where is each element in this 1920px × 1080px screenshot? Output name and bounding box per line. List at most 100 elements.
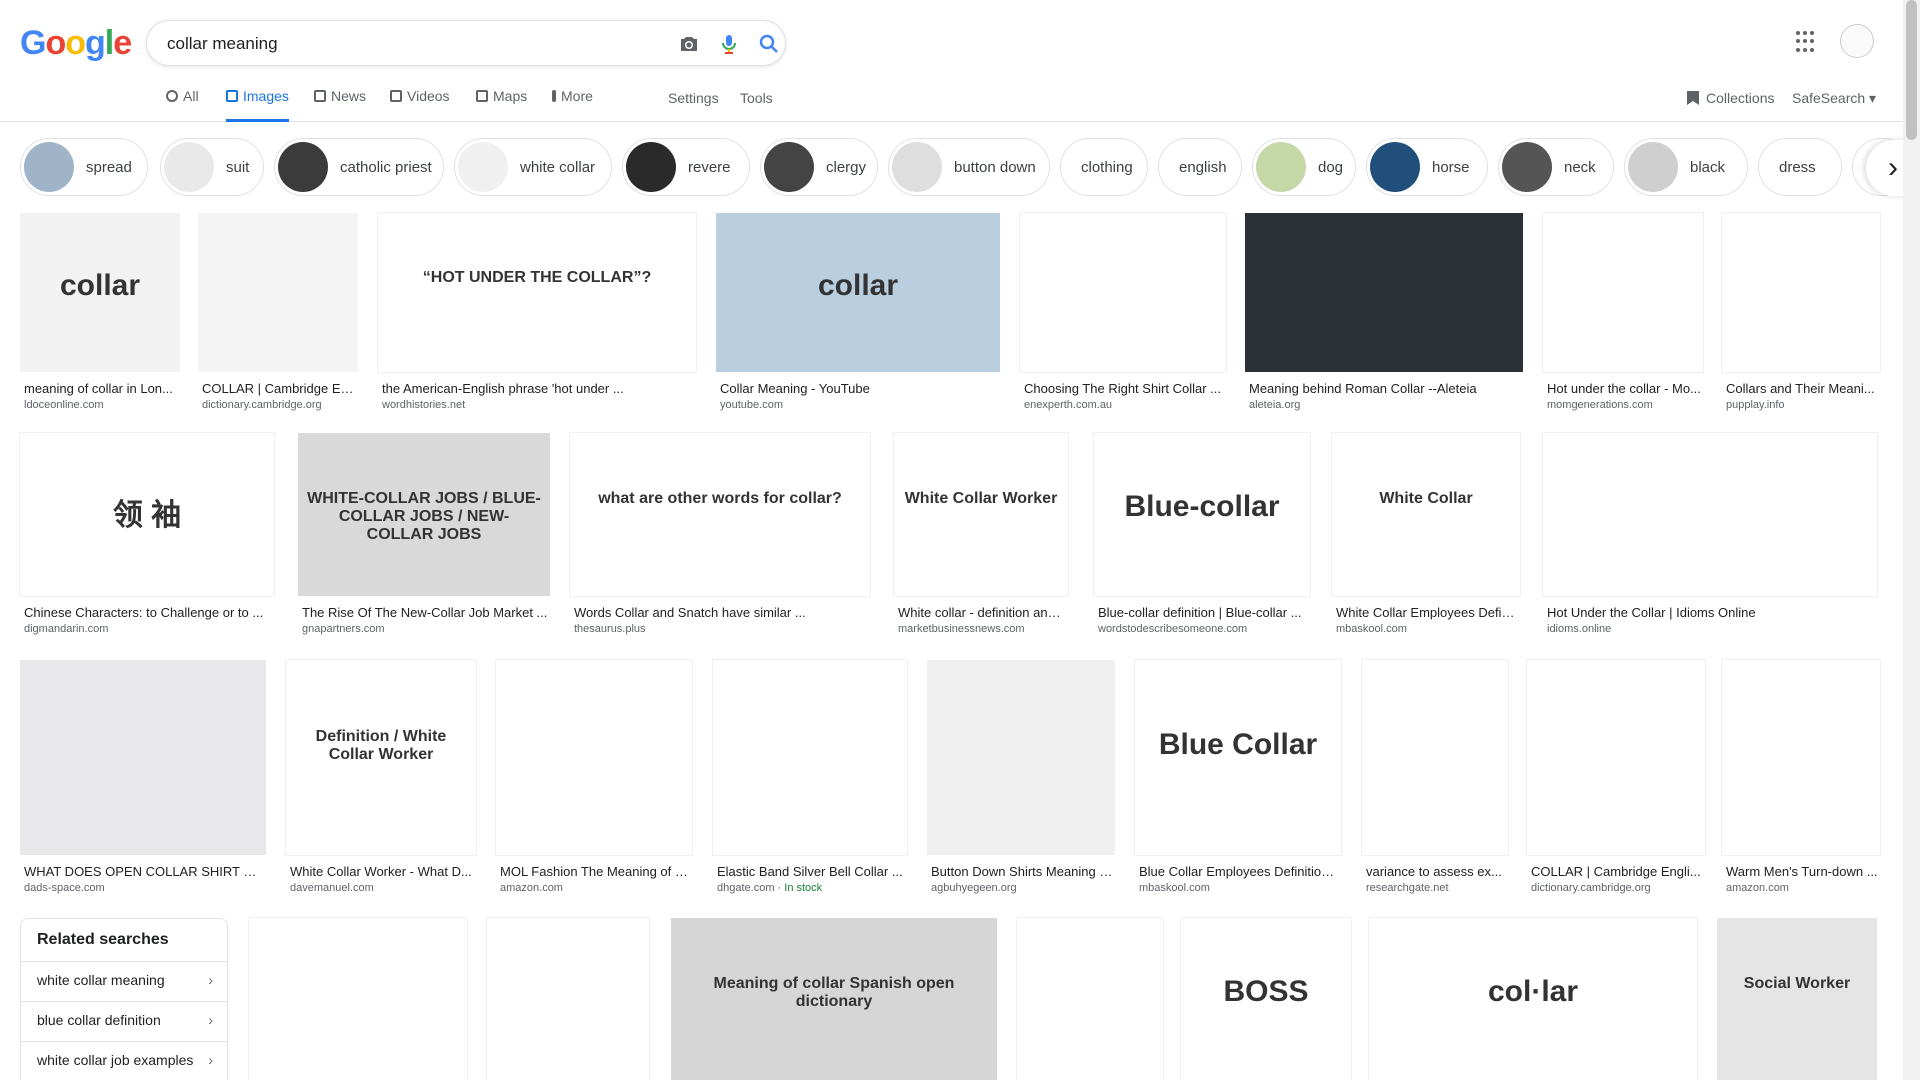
chip-horse[interactable]: horse bbox=[1366, 138, 1488, 196]
image-result[interactable]: White Collar White Collar Employees Defin… bbox=[1331, 432, 1521, 640]
image-result[interactable]: Hot under the collar - Mo... momgeneratio… bbox=[1542, 212, 1704, 416]
result-title[interactable]: Blue-collar definition | Blue-collar ... bbox=[1098, 605, 1308, 620]
image-result[interactable]: collar Collar Meaning - YouTube youtube.co… bbox=[716, 213, 1000, 416]
microphone-icon[interactable] bbox=[717, 32, 741, 56]
result-title[interactable]: Blue Collar Employees Definition ... bbox=[1139, 864, 1339, 879]
result-title[interactable]: Words Collar and Snatch have similar ... bbox=[574, 605, 868, 620]
image-result[interactable]: col·lar bbox=[1368, 917, 1698, 1080]
tab-images[interactable]: Images bbox=[226, 88, 289, 122]
search-input[interactable]: collar meaning bbox=[167, 34, 278, 54]
result-title[interactable]: COLLAR | Cambridge Engli... bbox=[1531, 864, 1703, 879]
image-result[interactable]: Blue-collar Blue-collar definition | Blue… bbox=[1093, 432, 1311, 640]
image-result[interactable] bbox=[486, 917, 650, 1080]
result-thumbnail[interactable] bbox=[20, 660, 266, 855]
result-thumbnail[interactable] bbox=[1019, 212, 1227, 373]
result-title[interactable]: Button Down Shirts Meaning | ... bbox=[931, 864, 1113, 879]
result-thumbnail[interactable]: “HOT UNDER THE COLLAR”? bbox=[377, 212, 697, 373]
tab-all[interactable]: All bbox=[166, 88, 199, 122]
image-result[interactable]: Blue Collar Blue Collar Employees Definit… bbox=[1134, 659, 1342, 899]
result-thumbnail[interactable]: BOSS bbox=[1180, 917, 1352, 1080]
result-thumbnail[interactable] bbox=[1721, 659, 1881, 856]
tab-maps[interactable]: Maps bbox=[476, 88, 527, 122]
related-search-item[interactable]: white collar job examples › bbox=[21, 1041, 227, 1080]
chip-catholic-priest[interactable]: catholic priest bbox=[274, 138, 444, 196]
result-thumbnail[interactable] bbox=[1245, 213, 1523, 372]
result-thumbnail[interactable]: collar bbox=[20, 213, 180, 372]
result-thumbnail[interactable]: Meaning of collar Spanish open dictionar… bbox=[671, 918, 997, 1080]
google-logo[interactable]: Google bbox=[20, 24, 132, 63]
image-result[interactable]: Button Down Shirts Meaning | ... agbuhyeg… bbox=[927, 660, 1115, 899]
image-result[interactable] bbox=[248, 917, 468, 1080]
result-title[interactable]: the American-English phrase 'hot under .… bbox=[382, 381, 694, 396]
tab-videos[interactable]: Videos bbox=[390, 88, 450, 122]
tools-link[interactable]: Tools bbox=[740, 90, 773, 106]
image-result[interactable]: collar meaning of collar in Lon... ldoceon… bbox=[20, 213, 180, 416]
image-result[interactable]: Collars and Their Meani... pupplay.info bbox=[1721, 212, 1881, 416]
result-thumbnail[interactable]: col·lar bbox=[1368, 917, 1698, 1080]
result-thumbnail[interactable]: White Collar bbox=[1331, 432, 1521, 597]
result-title[interactable]: Elastic Band Silver Bell Collar ... bbox=[717, 864, 905, 879]
result-title[interactable]: variance to assess ex... bbox=[1366, 864, 1506, 879]
result-thumbnail[interactable] bbox=[1016, 917, 1164, 1080]
tab-news[interactable]: News bbox=[314, 88, 366, 122]
chip-english[interactable]: english bbox=[1158, 138, 1242, 196]
result-thumbnail[interactable] bbox=[198, 213, 358, 372]
search-icon[interactable] bbox=[757, 32, 781, 56]
result-thumbnail[interactable] bbox=[1361, 659, 1509, 856]
image-result[interactable]: Meaning behind Roman Collar --Aleteia ale… bbox=[1245, 213, 1523, 416]
image-result[interactable]: Choosing The Right Shirt Collar ... enexp… bbox=[1019, 212, 1227, 416]
result-thumbnail[interactable]: 领 袖 bbox=[19, 432, 275, 597]
image-result[interactable]: WHITE-COLLAR JOBS / BLUE-COLLAR JOBS / N… bbox=[298, 433, 550, 640]
result-thumbnail[interactable] bbox=[927, 660, 1115, 855]
chip-black[interactable]: black bbox=[1624, 138, 1748, 196]
chip-white-collar[interactable]: white collar bbox=[454, 138, 612, 196]
result-thumbnail[interactable]: White Collar Worker bbox=[893, 432, 1069, 597]
result-title[interactable]: meaning of collar in Lon... bbox=[24, 381, 178, 396]
chip-dress[interactable]: dress bbox=[1758, 138, 1842, 196]
related-search-item[interactable]: white collar meaning › bbox=[21, 961, 227, 1001]
image-result[interactable]: Elastic Band Silver Bell Collar ... dhgat… bbox=[712, 659, 908, 899]
result-title[interactable]: Warm Men's Turn-down ... bbox=[1726, 864, 1878, 879]
result-title[interactable]: The Rise Of The New-Collar Job Market ..… bbox=[302, 605, 548, 620]
camera-icon[interactable] bbox=[677, 32, 701, 56]
scrollbar-thumb[interactable] bbox=[1906, 0, 1917, 140]
image-result[interactable]: COLLAR | Cambridge En... dictionary.cambr… bbox=[198, 213, 358, 416]
chip-revere[interactable]: revere bbox=[622, 138, 750, 196]
tab-more[interactable]: More bbox=[552, 88, 593, 122]
image-result[interactable]: Warm Men's Turn-down ... amazon.com bbox=[1721, 659, 1881, 899]
safesearch-dropdown[interactable]: SafeSearch ▾ bbox=[1792, 90, 1876, 107]
image-result[interactable]: Hot Under the Collar | Idioms Online idio… bbox=[1542, 432, 1878, 640]
apps-grid-icon[interactable] bbox=[1796, 31, 1818, 53]
avatar[interactable] bbox=[1840, 24, 1874, 58]
image-result[interactable] bbox=[1016, 917, 1164, 1080]
result-thumbnail[interactable] bbox=[495, 659, 693, 856]
result-thumbnail[interactable]: WHITE-COLLAR JOBS / BLUE-COLLAR JOBS / N… bbox=[298, 433, 550, 596]
chip-neck[interactable]: neck bbox=[1498, 138, 1614, 196]
chip-button-down[interactable]: button down bbox=[888, 138, 1050, 196]
result-thumbnail[interactable] bbox=[1721, 212, 1881, 373]
result-title[interactable]: White Collar Worker - What D... bbox=[290, 864, 474, 879]
image-result[interactable]: Meaning of collar Spanish open dictionar… bbox=[671, 918, 997, 1080]
image-result[interactable]: WHAT DOES OPEN COLLAR SHIRT ME... dads-sp… bbox=[20, 660, 266, 899]
vertical-scrollbar[interactable] bbox=[1903, 0, 1920, 1080]
collections-link[interactable]: Collections bbox=[1686, 90, 1774, 106]
result-title[interactable]: WHAT DOES OPEN COLLAR SHIRT ME... bbox=[24, 864, 264, 879]
search-box[interactable]: collar meaning bbox=[146, 20, 786, 66]
image-result[interactable]: variance to assess ex... researchgate.net bbox=[1361, 659, 1509, 899]
result-thumbnail[interactable]: Social Worker bbox=[1717, 918, 1877, 1080]
result-title[interactable]: Hot under the collar - Mo... bbox=[1547, 381, 1701, 396]
result-thumbnail[interactable] bbox=[1526, 659, 1706, 856]
chip-spread[interactable]: spread bbox=[20, 138, 148, 196]
result-title[interactable]: White Collar Employees Defini... bbox=[1336, 605, 1518, 620]
result-thumbnail[interactable] bbox=[712, 659, 908, 856]
image-result[interactable]: BOSS bbox=[1180, 917, 1352, 1080]
result-thumbnail[interactable]: Blue Collar bbox=[1134, 659, 1342, 856]
result-title[interactable]: White collar - definition and ... bbox=[898, 605, 1066, 620]
chip-dog[interactable]: dog bbox=[1252, 138, 1356, 196]
related-search-item[interactable]: blue collar definition › bbox=[21, 1001, 227, 1041]
result-thumbnail[interactable]: Blue-collar bbox=[1093, 432, 1311, 597]
result-title[interactable]: Choosing The Right Shirt Collar ... bbox=[1024, 381, 1224, 396]
result-thumbnail[interactable] bbox=[1542, 432, 1878, 597]
image-result[interactable]: “HOT UNDER THE COLLAR”? the American-Engl… bbox=[377, 212, 697, 416]
result-title[interactable]: Chinese Characters: to Challenge or to .… bbox=[24, 605, 272, 620]
